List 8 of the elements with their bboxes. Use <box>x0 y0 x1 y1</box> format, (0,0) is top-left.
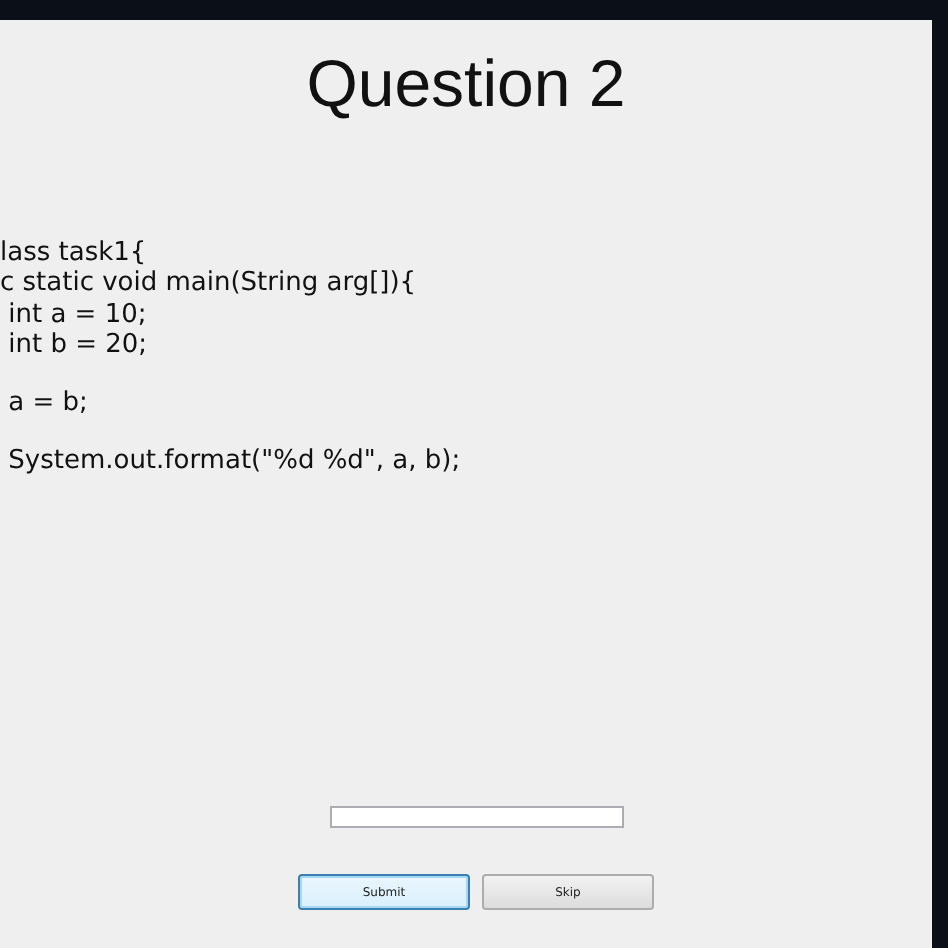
code-line: a = b; <box>6 388 88 419</box>
code-line: System.out.format("%d %d", a, b); <box>6 446 461 478</box>
code-line: lass task1{ <box>0 238 147 269</box>
code-line: c static void main(String arg[]){ <box>0 268 417 300</box>
code-line: int b = 20; <box>6 329 148 361</box>
answer-field[interactable] <box>330 806 624 828</box>
question-title: Question 2 <box>304 44 628 124</box>
code-line: int a = 10; <box>6 299 147 330</box>
